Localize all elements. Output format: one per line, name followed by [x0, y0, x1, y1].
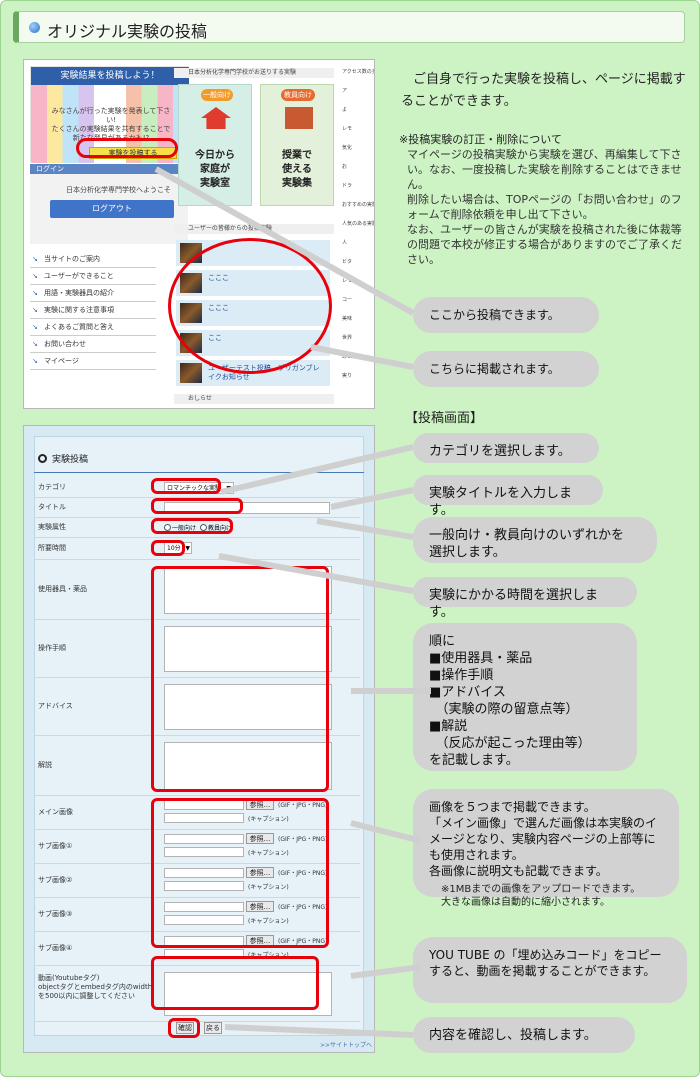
connector-line	[350, 820, 422, 844]
connector-line	[220, 444, 414, 495]
connector-line	[218, 553, 414, 594]
connector-line	[330, 487, 414, 510]
connector-lines	[154, 166, 431, 1038]
connector-line	[154, 166, 415, 316]
connector-line	[350, 964, 422, 979]
connector-line	[310, 344, 414, 370]
connector-line	[224, 1024, 414, 1038]
connector-line	[316, 518, 414, 540]
content-panel: オリジナル実験の投稿 実験結果を投稿しよう！ みなさんが行った実験を発表して下さ…	[0, 0, 700, 1077]
